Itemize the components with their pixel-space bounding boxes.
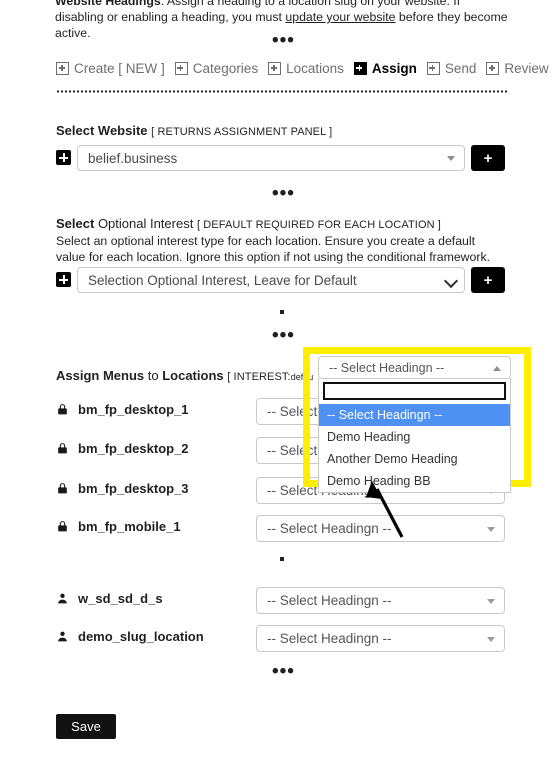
location-name: bm_fp_desktop_1 <box>78 402 189 417</box>
location-row: bm_fp_desktop_2 <box>56 441 189 456</box>
select-website-label-bold: Select Website <box>56 123 148 138</box>
nav-item-label: Review <box>504 61 549 76</box>
dropdown-option[interactable]: Demo Heading <box>319 426 510 448</box>
add-website-icon[interactable] <box>56 150 71 165</box>
page-root: Website Headings: Assign a heading to a … <box>0 0 560 759</box>
nav-item-label: Create [ NEW ] <box>74 61 165 76</box>
dropdown-toggle[interactable]: -- Select Headingn -- <box>318 356 511 379</box>
save-button[interactable]: Save <box>56 714 116 739</box>
assign-title-a: Assign Menus <box>56 368 145 383</box>
select-website-label: Select Website [ RETURNS ASSIGNMENT PANE… <box>56 123 332 138</box>
assign-title-bracket: [ INTEREST: <box>227 371 291 383</box>
intro-lead: Website Headings <box>55 0 161 8</box>
open-heading-dropdown: -- Select Headingn -- -- Select Headingn… <box>318 356 511 493</box>
location-row: demo_slug_location <box>56 629 204 644</box>
select-interest-label: Select Optional Interest [ DEFAULT REQUI… <box>56 216 441 231</box>
nav-item-create[interactable]: Create [ NEW ] <box>56 61 165 76</box>
chevron-down-icon <box>487 526 495 532</box>
plus-box-icon <box>174 62 188 75</box>
dot-separator-1 <box>280 310 284 314</box>
location-name: bm_fp_mobile_1 <box>78 519 181 534</box>
user-icon <box>58 593 67 604</box>
heading-select-row-4[interactable]: -- Select Headingn -- <box>256 515 505 542</box>
location-name: demo_slug_location <box>78 629 204 644</box>
add-interest-icon[interactable] <box>56 272 71 287</box>
location-name: bm_fp_desktop_2 <box>78 441 189 456</box>
select-website-label-bracket: [ RETURNS ASSIGNMENT PANEL ] <box>151 126 333 138</box>
website-select-value: belief.business <box>88 150 178 166</box>
location-row: bm_fp_mobile_1 <box>56 519 181 534</box>
assign-title-b: to <box>147 368 159 383</box>
add-interest-button[interactable]: + <box>471 267 505 293</box>
dots-separator-4: ••• <box>272 661 295 682</box>
select-interest-label-bracket: [ DEFAULT REQUIRED FOR EACH LOCATION ] <box>196 219 441 231</box>
plus-box-icon <box>353 62 367 75</box>
heading-select-value: -- Select Headingn -- <box>267 521 392 536</box>
select-interest-label-part2: Optional Interest <box>97 216 194 231</box>
plus-box-icon <box>486 62 500 75</box>
dot-separator-2 <box>280 557 284 561</box>
location-row: w_sd_sd_d_s <box>56 591 163 606</box>
plus-box-icon <box>268 62 282 75</box>
plus-box-icon <box>56 62 69 75</box>
dropdown-option[interactable]: Another Demo Heading <box>319 448 510 470</box>
select-interest-label-part1: Select <box>56 216 95 231</box>
location-row: bm_fp_desktop_1 <box>56 402 189 417</box>
horizontal-divider <box>56 90 507 93</box>
interest-select-value: Selection Optional Interest, Leave for D… <box>88 272 357 288</box>
dots-separator-3: ••• <box>272 325 295 346</box>
plus-box-icon <box>426 62 440 75</box>
heading-select-row-6[interactable]: -- Select Headingn -- <box>256 625 505 652</box>
nav-item-label: Send <box>444 61 477 76</box>
nav-item-label: Locations <box>286 61 344 76</box>
dropdown-option[interactable]: -- Select Headingn -- <box>319 404 510 426</box>
dots-separator-2: ••• <box>272 183 295 204</box>
chevron-down-icon <box>487 636 495 642</box>
nav-item-categories[interactable]: Categories <box>174 61 259 76</box>
location-row: bm_fp_desktop_3 <box>56 481 189 496</box>
chevron-down-icon <box>443 273 459 289</box>
lock-icon <box>58 483 67 494</box>
user-icon <box>58 631 67 642</box>
lock-icon <box>58 521 67 532</box>
lock-icon <box>58 443 67 454</box>
heading-select-value: -- Select Headingn -- <box>267 593 392 608</box>
interest-select[interactable]: Selection Optional Interest, Leave for D… <box>77 267 465 293</box>
website-select[interactable]: belief.business <box>77 145 465 171</box>
section-nav: Create [ NEW ] Categories Locations Assi… <box>56 61 559 76</box>
chevron-up-icon <box>493 365 501 371</box>
add-website-button[interactable]: + <box>471 145 505 171</box>
heading-select-row-5[interactable]: -- Select Headingn -- <box>256 587 505 614</box>
assign-title-c: Locations <box>162 368 224 383</box>
nav-item-review[interactable]: Review <box>486 61 549 76</box>
dropdown-search-input[interactable] <box>323 382 506 400</box>
interest-help-text: Select an optional interest type for eac… <box>56 234 491 264</box>
heading-select-value: -- Select Headingn -- <box>267 631 392 646</box>
nav-item-assign[interactable]: Assign <box>353 61 417 76</box>
dots-separator-1: ••• <box>272 30 295 51</box>
nav-item-label: Assign <box>371 61 417 76</box>
chevron-down-icon <box>487 598 495 604</box>
dropdown-toggle-label: -- Select Headingn -- <box>329 360 445 375</box>
chevron-down-icon <box>447 156 455 161</box>
dropdown-option[interactable]: Demo Heading BB <box>319 470 510 492</box>
lock-icon <box>58 404 67 415</box>
nav-item-label: Categories <box>192 61 259 76</box>
location-name: w_sd_sd_d_s <box>78 591 163 606</box>
nav-item-send[interactable]: Send <box>426 61 477 76</box>
location-name: bm_fp_desktop_3 <box>78 481 189 496</box>
dropdown-panel: -- Select Headingn -- Demo Heading Anoth… <box>318 378 511 493</box>
nav-item-locations[interactable]: Locations <box>268 61 344 76</box>
assign-menus-title: Assign Menus to Locations [ INTEREST:def… <box>56 368 313 383</box>
update-website-link[interactable]: update your website <box>285 10 395 24</box>
